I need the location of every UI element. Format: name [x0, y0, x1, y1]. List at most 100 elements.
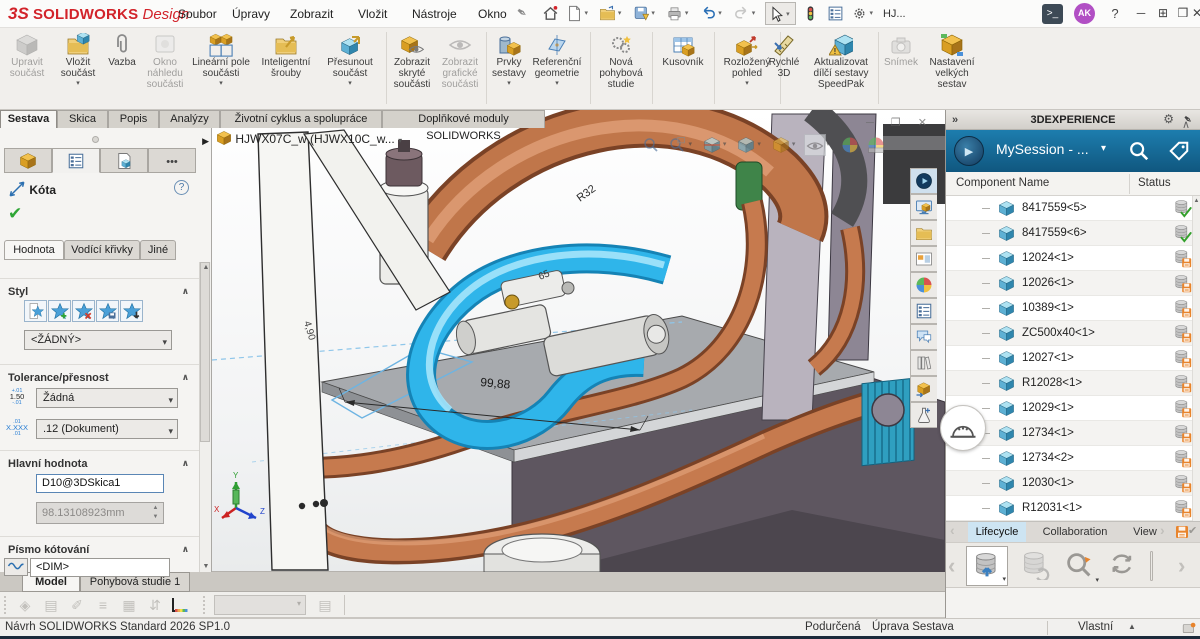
sync-button[interactable]: [1102, 546, 1144, 586]
tab-analyzy[interactable]: Analýzy: [159, 110, 220, 128]
zoom-fit-icon[interactable]: [640, 134, 662, 156]
component-row[interactable]: 10389<1>: [946, 296, 1200, 321]
component-list-scrollbar[interactable]: ▲: [1192, 196, 1200, 521]
apply-scene-icon[interactable]: [865, 134, 887, 156]
component-row[interactable]: ZC500x40<1>: [946, 321, 1200, 346]
column-component-name[interactable]: Component Name: [956, 177, 1049, 189]
edit-appearance-icon[interactable]: [839, 134, 861, 156]
options-gear-icon[interactable]: [850, 2, 870, 24]
explore-button[interactable]: ▾: [1058, 546, 1100, 586]
properties-icon[interactable]: [825, 2, 845, 24]
confirm-check-icon[interactable]: ✔: [8, 204, 22, 224]
style-save-button[interactable]: [96, 300, 119, 322]
display-style-icon[interactable]: [770, 134, 792, 156]
status-notification-icon[interactable]: [1182, 622, 1196, 634]
help-icon[interactable]: ?: [1104, 0, 1126, 27]
select-tool[interactable]: ▾: [765, 2, 796, 25]
radius-label[interactable]: R32: [575, 183, 598, 205]
dropdown-arrow-icon[interactable]: ▾: [1095, 576, 1099, 584]
tab-view[interactable]: View: [1128, 522, 1162, 543]
tabs-scroll-right-icon[interactable]: ›: [1160, 522, 1165, 538]
tag-icon[interactable]: [1168, 140, 1190, 162]
scroll-up-icon[interactable]: ▲: [200, 264, 212, 271]
menu-vlozit[interactable]: Vložit: [348, 0, 397, 28]
new-document-icon[interactable]: [564, 2, 584, 24]
collapse-panel-icon[interactable]: »: [952, 110, 956, 130]
tab-sestava[interactable]: Sestava: [0, 110, 57, 128]
ribbon-smart-fasteners[interactable]: Inteligentní šrouby: [254, 32, 318, 108]
scroll-up-icon[interactable]: ▲: [1193, 198, 1200, 204]
ribbon-mate[interactable]: Vazba: [102, 32, 142, 108]
taskpane-addins-icon[interactable]: [910, 402, 937, 428]
split-view-button[interactable]: ⊞: [1152, 0, 1174, 27]
open-dropdown-icon[interactable]: ▾: [618, 2, 627, 26]
document-tab[interactable]: HJWX07C_w (HJWX10C_w... ▾: [216, 130, 402, 150]
tolerance-dropdown[interactable]: Žádná▾: [36, 388, 178, 408]
minimize-button[interactable]: ─: [1130, 0, 1152, 27]
style-add-button[interactable]: [48, 300, 71, 322]
save-icon[interactable]: [631, 2, 651, 24]
style-section-header[interactable]: Styl∧: [0, 280, 199, 302]
ribbon-show-hidden-components[interactable]: Zobrazit skryté součásti: [388, 32, 436, 108]
dimension-value[interactable]: 99,88: [480, 375, 511, 392]
save-dropdown-icon[interactable]: ▾: [651, 2, 660, 26]
section-view-icon[interactable]: [701, 134, 723, 156]
propertymanager-tab[interactable]: [52, 148, 100, 173]
menu-soubor[interactable]: Soubor: [168, 0, 227, 28]
tab-skica[interactable]: Skica: [57, 110, 108, 128]
ribbon-assembly-features[interactable]: Prvky sestavy▾: [488, 32, 530, 108]
dimension-name-input[interactable]: D10@3DSkica1: [36, 474, 164, 493]
configurationmanager-tab[interactable]: [100, 148, 148, 173]
collapse-icon[interactable]: ∧: [182, 372, 189, 383]
tab-vodici-krivky[interactable]: Vodící křivky: [64, 240, 140, 260]
component-row[interactable]: 12026<1>: [946, 271, 1200, 296]
ribbon-speedpak-update[interactable]: !Aktualizovat dílčí sestavy SpeedPak: [806, 32, 876, 108]
tab-zivotni-cyklus[interactable]: Životní cyklus a spolupráce: [220, 110, 382, 128]
ribbon-reference-geometry[interactable]: Referenční geometrie▾: [528, 32, 586, 108]
search-icon[interactable]: [1128, 140, 1150, 162]
ribbon-linear-component-pattern[interactable]: Lineární pole součásti▾: [188, 32, 254, 108]
help-icon[interactable]: ?: [174, 180, 189, 195]
collapse-icon[interactable]: ∧: [182, 458, 189, 469]
component-row[interactable]: 12024<1>: [946, 246, 1200, 271]
component-row[interactable]: 8417559<6>: [946, 221, 1200, 246]
dropdown-arrow-icon[interactable]: ▾: [318, 79, 382, 88]
toolbar-scroll-left-icon[interactable]: ‹: [948, 553, 955, 579]
session-dropdown-icon[interactable]: ▾: [1101, 143, 1106, 154]
print-icon[interactable]: [665, 2, 685, 24]
doc-tab-dropdown-icon[interactable]: ▾: [398, 136, 402, 145]
tab-hodnota[interactable]: Hodnota: [4, 240, 64, 260]
tab-popis[interactable]: Popis: [108, 110, 159, 128]
propertymanager-scrollbar[interactable]: ▲ ▼: [199, 262, 211, 572]
undo-dropdown-icon[interactable]: ▾: [718, 2, 727, 26]
component-row[interactable]: R12031<1>: [946, 496, 1200, 521]
taskpane-design-library-icon[interactable]: [910, 220, 937, 246]
doc-minimize-icon[interactable]: ─: [866, 117, 874, 129]
panel-settings-gear-icon[interactable]: ⚙: [1163, 112, 1174, 126]
taskpane-appearances-icon[interactable]: [910, 272, 937, 298]
scrollbar-thumb[interactable]: [200, 262, 210, 442]
save-to-3dexperience-button[interactable]: ▾: [966, 546, 1008, 586]
taskpane-import-export-icon[interactable]: [910, 376, 937, 402]
user-avatar[interactable]: AK: [1074, 3, 1095, 24]
home-icon[interactable]: [540, 2, 560, 24]
tab-lifecycle[interactable]: Lifecycle: [968, 522, 1026, 543]
options-dropdown-icon[interactable]: ▾: [870, 2, 879, 26]
graphics-viewport[interactable]: 99,88 R32 4,90 65 X Y Z HJWX07C_w (HJWX1…: [212, 110, 945, 572]
new-dropdown-icon[interactable]: ▾: [584, 2, 593, 26]
style-dropdown[interactable]: <ŽÁDNÝ>▾: [24, 330, 172, 350]
tab-collaboration[interactable]: Collaboration: [1034, 522, 1116, 543]
3dexperience-compass-icon[interactable]: ▶: [954, 136, 984, 166]
doc-restore-icon[interactable]: ❒: [891, 117, 901, 129]
tolerance-section-header[interactable]: Tolerance/přesnost∧: [0, 366, 199, 388]
doc-close-icon[interactable]: ✕: [918, 117, 927, 129]
status-up-icon[interactable]: ▲: [1128, 622, 1136, 631]
undo-icon[interactable]: [698, 2, 718, 24]
dropdown-arrow-icon[interactable]: ▾: [488, 79, 530, 88]
tabs-scroll-left-icon[interactable]: ‹: [950, 522, 955, 538]
component-row[interactable]: R12028<1>: [946, 371, 1200, 396]
more-tabs[interactable]: •••: [148, 148, 196, 173]
menu-zobrazit[interactable]: Zobrazit: [280, 0, 343, 28]
taskpane-3dexperience-icon[interactable]: [910, 168, 937, 194]
style-load-button[interactable]: [120, 300, 143, 322]
